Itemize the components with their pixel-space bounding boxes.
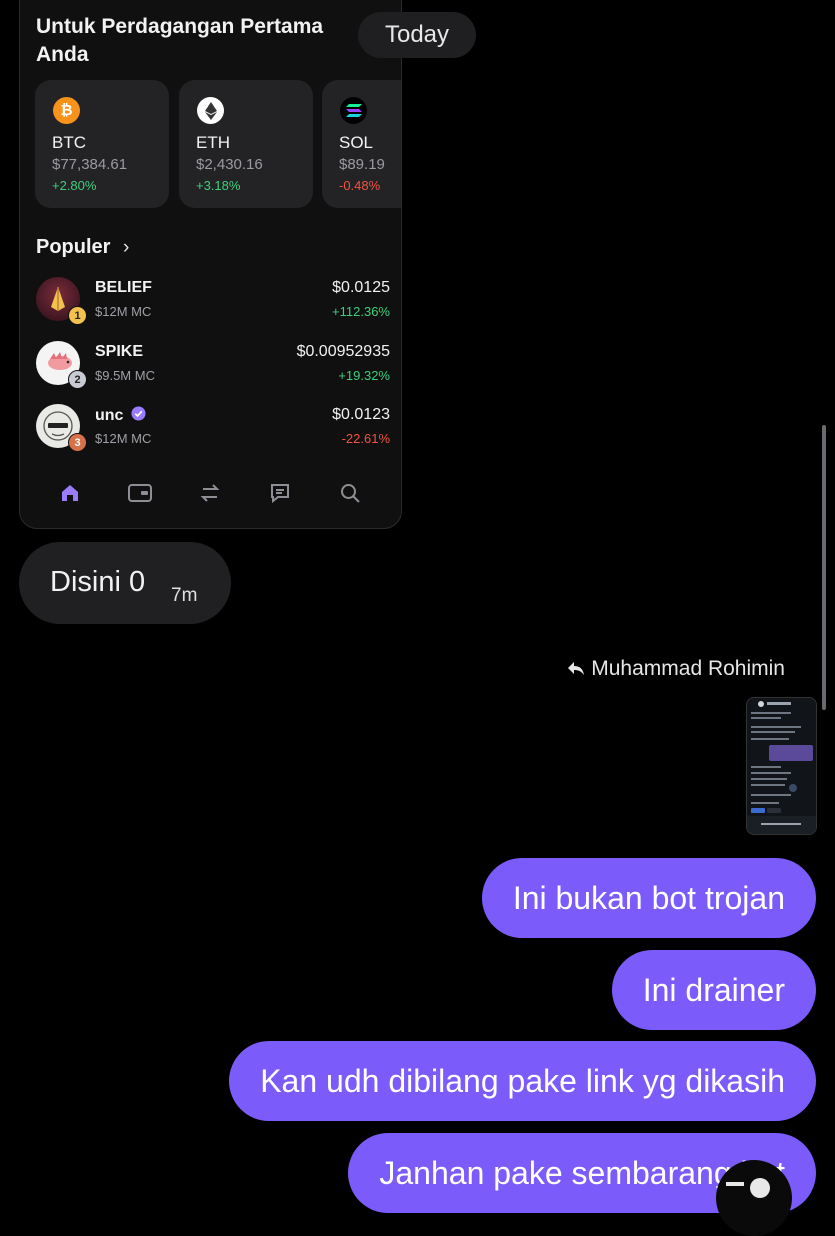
wallet-icon[interactable]: [126, 479, 154, 507]
date-pill: Today: [358, 12, 476, 58]
token-market-cap: $12M MC: [95, 304, 152, 319]
floating-avatar[interactable]: [716, 1160, 792, 1236]
coin-symbol: ETH: [196, 133, 230, 152]
chat-icon[interactable]: [266, 479, 294, 507]
coin-change: -0.48%: [339, 178, 381, 193]
token-row-unc[interactable]: 3 unc $12M MC $0.0123 -22.61%: [36, 404, 390, 460]
token-name: SPIKE: [95, 343, 144, 360]
solana-icon: [340, 97, 367, 124]
token-name: unc: [95, 406, 146, 425]
rank-badge: 3: [68, 433, 87, 452]
rank-badge: 2: [68, 370, 87, 389]
rank-badge: 1: [68, 306, 87, 325]
section-populer-label[interactable]: Populer: [36, 236, 110, 259]
token-market-cap: $12M MC: [95, 431, 152, 446]
reply-header[interactable]: Muhammad Rohimin: [568, 657, 785, 681]
chevron-right-icon[interactable]: ›: [123, 237, 129, 259]
verified-badge-icon: [131, 406, 146, 421]
token-name-text: unc: [95, 407, 124, 424]
search-icon[interactable]: [336, 479, 364, 507]
message-time: 7m: [171, 585, 198, 606]
message-text: Disini 0: [50, 566, 146, 598]
image-attachment-thumbnail[interactable]: [746, 697, 817, 835]
coin-symbol: SOL: [339, 133, 374, 152]
token-row-belief[interactable]: 1 BELIEF $12M MC $0.0125 +112.36%: [36, 277, 390, 333]
token-name: BELIEF: [95, 279, 152, 296]
coin-card-sol[interactable]: SOL $89.19 -0.48%: [322, 80, 401, 208]
token-price: $0.00952935: [296, 343, 390, 360]
home-icon[interactable]: [56, 479, 84, 507]
coin-card-eth[interactable]: ETH $2,430.16 +3.18%: [179, 80, 313, 208]
coin-card-btc[interactable]: ₿ BTC $77,384.61 +2.80%: [35, 80, 169, 208]
outgoing-message-bubble[interactable]: Kan udh dibilang pake link yg dikasih: [229, 1041, 816, 1121]
coin-price: $77,384.61: [52, 156, 128, 173]
coin-price: $89.19: [339, 156, 385, 173]
outgoing-message-bubble[interactable]: Ini drainer: [611, 950, 816, 1030]
token-change: +112.36%: [332, 304, 390, 319]
token-change: +19.32%: [338, 368, 390, 383]
coin-price: $2,430.16: [196, 156, 263, 173]
coin-change: +3.18%: [196, 178, 241, 193]
token-price: $0.0125: [332, 279, 390, 296]
swap-icon[interactable]: [196, 479, 224, 507]
scrollbar[interactable]: [822, 425, 826, 710]
bitcoin-icon: ₿: [53, 97, 80, 124]
screenshot-title: Untuk Perdagangan Pertama Anda: [36, 15, 324, 66]
bottom-nav: [20, 479, 401, 519]
outgoing-message-bubble[interactable]: Ini bukan bot trojan: [481, 858, 816, 938]
shared-screenshot[interactable]: Untuk Perdagangan Pertama Anda ₿ BTC $77…: [19, 0, 402, 529]
token-price: $0.0123: [332, 406, 390, 423]
token-market-cap: $9.5M MC: [95, 368, 155, 383]
reply-author: Muhammad Rohimin: [591, 657, 785, 680]
ethereum-icon: [197, 97, 224, 124]
token-change: -22.61%: [341, 431, 390, 446]
reply-arrow-icon: [568, 662, 585, 675]
coin-symbol: BTC: [52, 133, 86, 152]
token-row-spike[interactable]: 2 SPIKE $9.5M MC $0.00952935 +19.32%: [36, 341, 390, 397]
incoming-message-bubble[interactable]: Disini 0 7m: [19, 542, 231, 624]
coin-change: +2.80%: [52, 178, 97, 193]
